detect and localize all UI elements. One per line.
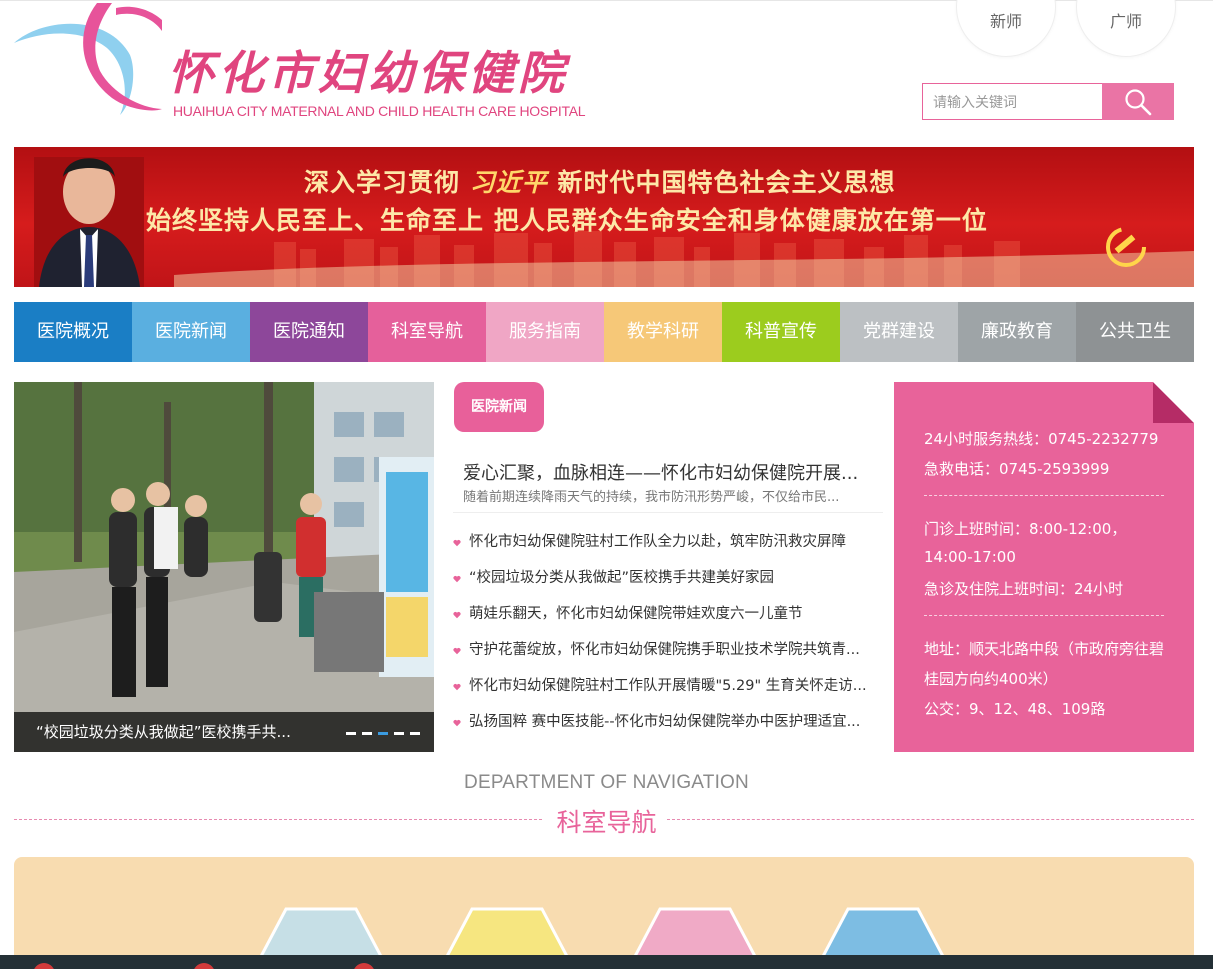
service-hotline: 24小时服务热线：0745-2232779	[924, 430, 1159, 448]
news-headline[interactable]: 爱心汇聚，血脉相连——怀化市妇幼保健院开展...	[463, 459, 873, 485]
site-header: 怀化市妇幼保健院 HUAIHUA CITY MATERNAL AND CHILD…	[0, 0, 1213, 140]
info-divider	[924, 615, 1164, 616]
department-panel	[14, 857, 1194, 969]
emergency-hours: 急诊及住院上班时间：24小时	[924, 580, 1124, 598]
circle-link-1[interactable]: 新师	[956, 0, 1056, 57]
slider-dot[interactable]	[394, 732, 404, 735]
nav-hospital-news[interactable]: 医院新闻	[132, 302, 250, 362]
banner-line-1-prefix: 深入学习贯彻	[304, 168, 461, 197]
info-divider	[924, 495, 1164, 496]
news-section-tab[interactable]: 医院新闻	[454, 382, 544, 432]
slider-dot[interactable]	[410, 732, 420, 735]
main-nav: 医院概况 医院新闻 医院通知 科室导航 服务指南 教学科研 科普宣传 党群建设 …	[14, 302, 1194, 362]
nav-party-building[interactable]: 党群建设	[840, 302, 958, 362]
slider-dot[interactable]	[346, 732, 356, 735]
heart-bullet-icon	[453, 647, 461, 655]
news-list-item-title: 弘扬国粹 赛中医技能--怀化市妇幼保健院举办中医护理适宜...	[469, 714, 861, 730]
address-line-1: 地址：顺天北路中段（市政府旁往碧	[924, 640, 1165, 658]
outpatient-hours: 门诊上班时间：8:00-12:00，	[924, 520, 1127, 538]
news-list-item[interactable]: 弘扬国粹 赛中医技能--怀化市妇幼保健院举办中医护理适宜...	[453, 709, 883, 745]
banner-line-2: 始终坚持人民至上、生命至上 把人民群众生命安全和身体健康放在第一位	[146, 206, 988, 235]
news-divider	[453, 512, 883, 513]
heart-bullet-icon	[453, 683, 461, 691]
hospital-logo[interactable]: 怀化市妇幼保健院 HUAIHUA CITY MATERNAL AND CHILD…	[12, 3, 586, 121]
nav-public-health[interactable]: 公共卫生	[1076, 302, 1194, 362]
nav-hospital-overview[interactable]: 医院概况	[14, 302, 132, 362]
news-list-item-title: 萌娃乐翻天，怀化市妇幼保健院带娃欢度六一儿童节	[469, 606, 803, 622]
nav-science-promotion[interactable]: 科普宣传	[722, 302, 840, 362]
news-list-item[interactable]: “校园垃圾分类从我做起”医校携手共建美好家园	[453, 565, 883, 601]
news-list-item-title: 怀化市妇幼保健院驻村工作队全力以赴，筑牢防汛救灾屏障	[469, 534, 846, 550]
nav-service-guide[interactable]: 服务指南	[486, 302, 604, 362]
search-button[interactable]	[1102, 83, 1174, 120]
float-icon[interactable]	[193, 963, 215, 969]
nav-department-navigation[interactable]: 科室导航	[368, 302, 486, 362]
search-input[interactable]	[922, 83, 1103, 120]
float-icon[interactable]	[33, 963, 55, 969]
heart-bullet-icon	[453, 719, 461, 727]
outpatient-hours-afternoon: 14:00-17:00	[924, 548, 1016, 566]
banner-line-1-suffix: 新时代中国特色社会主义思想	[557, 168, 896, 197]
heart-bullet-icon	[453, 575, 461, 583]
news-list-item-title: “校园垃圾分类从我做起”医校携手共建美好家园	[469, 570, 775, 586]
theme-banner: 深入学习贯彻 习近平 新时代中国特色社会主义思想 始终坚持人民至上、生命至上 把…	[14, 147, 1194, 287]
slider-dot[interactable]	[362, 732, 372, 735]
department-heading: 科室导航	[556, 808, 657, 837]
contact-info-box: 24小时服务热线：0745-2232779 急救电话：0745-2593999 …	[894, 382, 1194, 752]
news-summary: 随着前期连续降雨天气的持续，我市防汛形势严峻，不仅给市民...	[463, 490, 840, 505]
ribbon-logo-icon	[14, 3, 162, 116]
news-list-item[interactable]: 怀化市妇幼保健院驻村工作队开展情暖"5.29" 生育关怀走访...	[453, 673, 883, 709]
heart-bullet-icon	[453, 611, 461, 619]
slide-photo	[14, 382, 434, 752]
bottom-floating-bar	[0, 955, 1213, 969]
search-box	[922, 83, 1174, 120]
emergency-phone: 急救电话：0745-2593999	[924, 460, 1110, 478]
float-icon[interactable]	[353, 963, 375, 969]
news-list-item[interactable]: 守护花蕾绽放，怀化市妇幼保健院携手职业技术学院共筑青...	[453, 637, 883, 673]
news-list: 怀化市妇幼保健院驻村工作队全力以赴，筑牢防汛救灾屏障 “校园垃圾分类从我做起”医…	[453, 529, 883, 745]
news-list-item-title: 守护花蕾绽放，怀化市妇幼保健院携手职业技术学院共筑青...	[469, 642, 860, 658]
news-list-item[interactable]: 怀化市妇幼保健院驻村工作队全力以赴，筑牢防汛救灾屏障	[453, 529, 883, 565]
banner-line-1-name: 习近平	[469, 168, 548, 197]
heart-bullet-icon	[453, 539, 461, 547]
slider-dot-active[interactable]	[378, 732, 388, 735]
nav-hospital-notices[interactable]: 医院通知	[250, 302, 368, 362]
news-list-item[interactable]: 萌娃乐翻天，怀化市妇幼保健院带娃欢度六一儿童节	[453, 601, 883, 637]
circle-link-2[interactable]: 广师	[1076, 0, 1176, 57]
bus-routes: 公交：9、12、48、109路	[924, 700, 1106, 718]
corner-cut	[1153, 382, 1194, 423]
department-heading-english: DEPARTMENT OF NAVIGATION	[464, 772, 749, 793]
news-list-item-title: 怀化市妇幼保健院驻村工作队开展情暖"5.29" 生育关怀走访...	[469, 678, 867, 694]
search-icon	[1125, 89, 1152, 116]
banner-line-1: 深入学习贯彻 习近平 新时代中国特色社会主义思想	[304, 163, 895, 199]
address-line-2: 桂园方向约400米）	[924, 670, 1058, 688]
news-panel: 医院新闻 爱心汇聚，血脉相连——怀化市妇幼保健院开展... 随着前期连续降雨天气…	[453, 382, 883, 752]
nav-teaching-research[interactable]: 教学科研	[604, 302, 722, 362]
nav-integrity-education[interactable]: 廉政教育	[958, 302, 1076, 362]
slider-dots	[346, 732, 420, 735]
hospital-english-name: HUAIHUA CITY MATERNAL AND CHILD HEALTH C…	[173, 103, 586, 119]
news-photo-slider[interactable]: “校园垃圾分类从我做起”医校携手共...	[14, 382, 434, 752]
hospital-name: 怀化市妇幼保健院	[168, 46, 568, 100]
